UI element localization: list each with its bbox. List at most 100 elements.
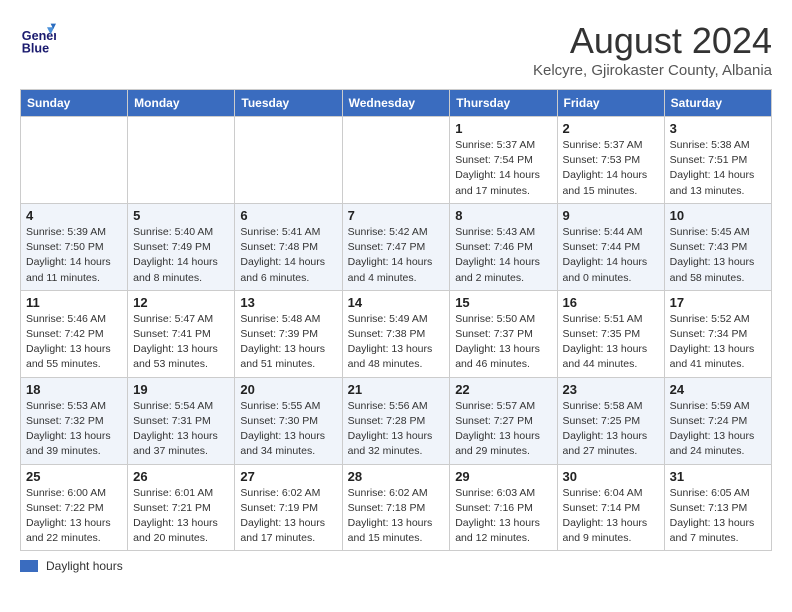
calendar-day-cell: 1 Sunrise: 5:37 AM Sunset: 7:54 PM Daylig…: [450, 117, 557, 204]
legend-label: Daylight hours: [46, 559, 123, 573]
day-detail: Sunrise: 5:54 AM Sunset: 7:31 PM Dayligh…: [133, 399, 229, 460]
calendar-table: SundayMondayTuesdayWednesdayThursdayFrid…: [20, 89, 772, 551]
calendar-day-cell: [128, 117, 235, 204]
calendar-day-header: Sunday: [21, 90, 128, 117]
day-number: 6: [240, 208, 336, 223]
calendar-day-cell: 19Sunrise: 5:54 AM Sunset: 7:31 PM Dayli…: [128, 377, 235, 464]
day-detail: Sunrise: 6:03 AM Sunset: 7:16 PM Dayligh…: [455, 486, 551, 547]
day-number: 15: [455, 295, 551, 310]
calendar-day-cell: 5Sunrise: 5:40 AM Sunset: 7:49 PM Daylig…: [128, 203, 235, 290]
day-detail: Sunrise: 5:40 AM Sunset: 7:49 PM Dayligh…: [133, 225, 229, 286]
day-number: 25: [26, 469, 122, 484]
day-number: 2: [563, 121, 659, 136]
day-detail: Sunrise: 5:41 AM Sunset: 7:48 PM Dayligh…: [240, 225, 336, 286]
calendar-day-cell: [21, 117, 128, 204]
day-detail: Sunrise: 5:59 AM Sunset: 7:24 PM Dayligh…: [670, 399, 766, 460]
day-detail: Sunrise: 5:39 AM Sunset: 7:50 PM Dayligh…: [26, 225, 122, 286]
calendar-week-row: 18 Sunrise: 5:53 AM Sunset: 7:32 PM Dayli…: [21, 377, 772, 464]
calendar-day-cell: 13Sunrise: 5:48 AM Sunset: 7:39 PM Dayli…: [235, 290, 342, 377]
calendar-week-row: 25 Sunrise: 6:00 AM Sunset: 7:22 PM Dayli…: [21, 464, 772, 551]
day-detail: Sunrise: 6:02 AM Sunset: 7:18 PM Dayligh…: [348, 486, 445, 547]
day-detail: Sunrise: 6:02 AM Sunset: 7:19 PM Dayligh…: [240, 486, 336, 547]
day-number: 21: [348, 382, 445, 397]
day-detail: Sunrise: 5:45 AM Sunset: 7:43 PM Dayligh…: [670, 225, 766, 286]
calendar-day-cell: 30 Sunrise: 6:04 AM Sunset: 7:14 PM Dayli…: [557, 464, 664, 551]
day-number: 17: [670, 295, 766, 310]
day-number: 10: [670, 208, 766, 223]
calendar-day-cell: 28 Sunrise: 6:02 AM Sunset: 7:18 PM Dayli…: [342, 464, 450, 551]
calendar-day-cell: [342, 117, 450, 204]
calendar-header-row: SundayMondayTuesdayWednesdayThursdayFrid…: [21, 90, 772, 117]
calendar-day-cell: 7 Sunrise: 5:42 AM Sunset: 7:47 PM Daylig…: [342, 203, 450, 290]
day-number: 13: [240, 295, 336, 310]
calendar-day-cell: 8Sunrise: 5:43 AM Sunset: 7:46 PM Daylig…: [450, 203, 557, 290]
day-number: 22: [455, 382, 551, 397]
day-detail: Sunrise: 5:47 AM Sunset: 7:41 PM Dayligh…: [133, 312, 229, 373]
calendar-day-header: Thursday: [450, 90, 557, 117]
day-detail: Sunrise: 5:51 AM Sunset: 7:35 PM Dayligh…: [563, 312, 659, 373]
calendar-day-cell: 2 Sunrise: 5:37 AM Sunset: 7:53 PM Daylig…: [557, 117, 664, 204]
day-detail: Sunrise: 6:04 AM Sunset: 7:14 PM Dayligh…: [563, 486, 659, 547]
day-number: 28: [348, 469, 445, 484]
calendar-day-cell: 4 Sunrise: 5:39 AM Sunset: 7:50 PM Daylig…: [21, 203, 128, 290]
calendar-day-cell: 12 Sunrise: 5:47 AM Sunset: 7:41 PM Dayli…: [128, 290, 235, 377]
calendar-day-header: Tuesday: [235, 90, 342, 117]
title-area: August 2024 Kelcyre, Gjirokaster County,…: [533, 20, 772, 79]
day-detail: Sunrise: 5:57 AM Sunset: 7:27 PM Dayligh…: [455, 399, 551, 460]
calendar-day-cell: 31 Sunrise: 6:05 AM Sunset: 7:13 PM Dayli…: [664, 464, 771, 551]
day-detail: Sunrise: 5:50 AM Sunset: 7:37 PM Dayligh…: [455, 312, 551, 373]
calendar-day-cell: 15 Sunrise: 5:50 AM Sunset: 7:37 PM Dayli…: [450, 290, 557, 377]
calendar-day-cell: 26 Sunrise: 6:01 AM Sunset: 7:21 PM Dayli…: [128, 464, 235, 551]
day-number: 26: [133, 469, 229, 484]
subtitle: Kelcyre, Gjirokaster County, Albania: [533, 62, 772, 79]
calendar-day-cell: 25 Sunrise: 6:00 AM Sunset: 7:22 PM Dayli…: [21, 464, 128, 551]
day-number: 12: [133, 295, 229, 310]
day-detail: Sunrise: 5:53 AM Sunset: 7:32 PM Dayligh…: [26, 399, 122, 460]
day-number: 7: [348, 208, 445, 223]
calendar-day-cell: 27 Sunrise: 6:02 AM Sunset: 7:19 PM Dayli…: [235, 464, 342, 551]
calendar-day-header: Friday: [557, 90, 664, 117]
calendar-body: 1 Sunrise: 5:37 AM Sunset: 7:54 PM Daylig…: [21, 117, 772, 551]
calendar-day-cell: 14Sunrise: 5:49 AM Sunset: 7:38 PM Dayli…: [342, 290, 450, 377]
day-detail: Sunrise: 6:01 AM Sunset: 7:21 PM Dayligh…: [133, 486, 229, 547]
calendar-day-cell: 23 Sunrise: 5:58 AM Sunset: 7:25 PM Dayli…: [557, 377, 664, 464]
day-detail: Sunrise: 5:37 AM Sunset: 7:53 PM Dayligh…: [563, 138, 659, 199]
main-title: August 2024: [533, 20, 772, 62]
calendar-day-cell: 20Sunrise: 5:55 AM Sunset: 7:30 PM Dayli…: [235, 377, 342, 464]
day-detail: Sunrise: 6:00 AM Sunset: 7:22 PM Dayligh…: [26, 486, 122, 547]
day-detail: Sunrise: 5:37 AM Sunset: 7:54 PM Dayligh…: [455, 138, 551, 199]
svg-text:Blue: Blue: [22, 41, 49, 55]
calendar-day-cell: 10 Sunrise: 5:45 AM Sunset: 7:43 PM Dayli…: [664, 203, 771, 290]
day-number: 23: [563, 382, 659, 397]
day-number: 3: [670, 121, 766, 136]
day-detail: Sunrise: 5:49 AM Sunset: 7:38 PM Dayligh…: [348, 312, 445, 373]
day-detail: Sunrise: 6:05 AM Sunset: 7:13 PM Dayligh…: [670, 486, 766, 547]
day-number: 27: [240, 469, 336, 484]
calendar-week-row: 1 Sunrise: 5:37 AM Sunset: 7:54 PM Daylig…: [21, 117, 772, 204]
day-number: 16: [563, 295, 659, 310]
calendar-day-header: Saturday: [664, 90, 771, 117]
calendar-week-row: 11Sunrise: 5:46 AM Sunset: 7:42 PM Dayli…: [21, 290, 772, 377]
calendar-day-cell: 18 Sunrise: 5:53 AM Sunset: 7:32 PM Dayli…: [21, 377, 128, 464]
legend-color-box: [20, 560, 38, 572]
day-number: 30: [563, 469, 659, 484]
calendar-day-cell: 29 Sunrise: 6:03 AM Sunset: 7:16 PM Dayli…: [450, 464, 557, 551]
day-number: 29: [455, 469, 551, 484]
calendar-day-cell: 11Sunrise: 5:46 AM Sunset: 7:42 PM Dayli…: [21, 290, 128, 377]
day-detail: Sunrise: 5:58 AM Sunset: 7:25 PM Dayligh…: [563, 399, 659, 460]
day-number: 31: [670, 469, 766, 484]
calendar-day-header: Wednesday: [342, 90, 450, 117]
day-detail: Sunrise: 5:42 AM Sunset: 7:47 PM Dayligh…: [348, 225, 445, 286]
day-detail: Sunrise: 5:56 AM Sunset: 7:28 PM Dayligh…: [348, 399, 445, 460]
logo-icon: General Blue: [20, 20, 56, 56]
day-number: 18: [26, 382, 122, 397]
day-number: 1: [455, 121, 551, 136]
day-number: 4: [26, 208, 122, 223]
calendar-day-cell: 21 Sunrise: 5:56 AM Sunset: 7:28 PM Dayli…: [342, 377, 450, 464]
calendar-day-cell: 17Sunrise: 5:52 AM Sunset: 7:34 PM Dayli…: [664, 290, 771, 377]
calendar-day-cell: 22 Sunrise: 5:57 AM Sunset: 7:27 PM Dayli…: [450, 377, 557, 464]
day-number: 8: [455, 208, 551, 223]
day-detail: Sunrise: 5:46 AM Sunset: 7:42 PM Dayligh…: [26, 312, 122, 373]
calendar-day-cell: 9Sunrise: 5:44 AM Sunset: 7:44 PM Daylig…: [557, 203, 664, 290]
day-detail: Sunrise: 5:44 AM Sunset: 7:44 PM Dayligh…: [563, 225, 659, 286]
